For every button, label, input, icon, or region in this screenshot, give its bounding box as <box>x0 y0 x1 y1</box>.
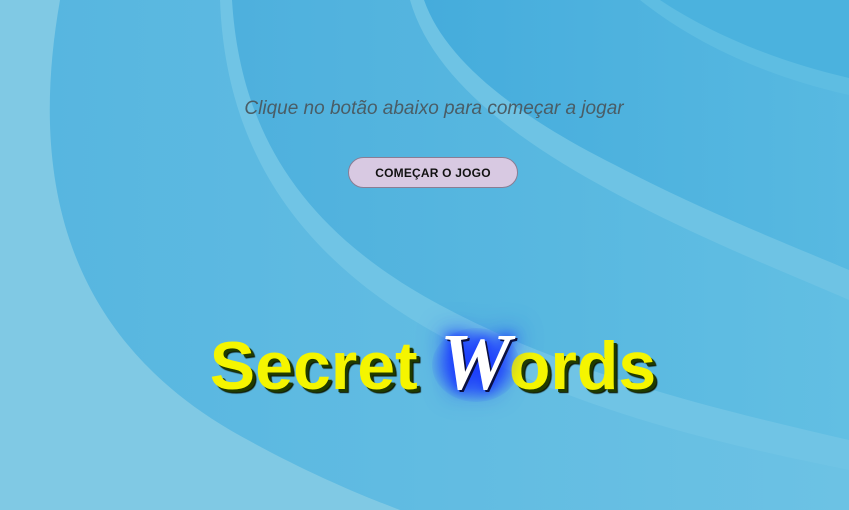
instruction-text: Clique no botão abaixo para começar a jo… <box>244 98 624 119</box>
start-game-button[interactable]: COMEÇAR O JOGO <box>348 157 518 188</box>
main-content: Clique no botão abaixo para começar a jo… <box>0 0 849 510</box>
title-glowing-initial: W <box>431 319 520 407</box>
title-part-ords: ords <box>508 328 657 404</box>
title-part-secret: Secret <box>209 328 418 404</box>
game-title-logo: Secret Words <box>0 318 849 411</box>
